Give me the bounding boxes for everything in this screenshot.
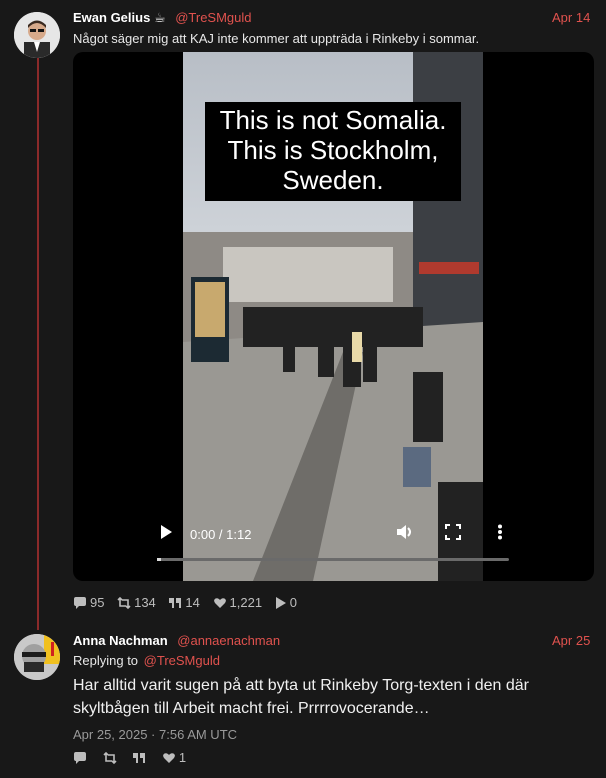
post-text: Har alltid varit sugen på att byta ut Ri… [73, 677, 529, 717]
play-icon[interactable] [159, 524, 173, 544]
heart-icon [162, 753, 175, 763]
quote-count-value: 14 [185, 595, 200, 610]
video-progress-fill [157, 558, 161, 561]
view-count[interactable]: 0 [275, 595, 297, 610]
post-text: Något säger mig att KAJ inte kommer att … [73, 31, 480, 46]
view-count-value: 0 [289, 595, 297, 610]
quote-icon [133, 753, 146, 763]
reply-count-value: 95 [90, 595, 105, 610]
post-date[interactable]: Apr 14 [552, 10, 590, 25]
retweet-icon [103, 751, 117, 765]
post-date[interactable]: Apr 25 [552, 633, 590, 648]
like-count[interactable]: 1,221 [213, 595, 266, 610]
like-count-value: 1 [178, 750, 187, 765]
video-frame[interactable]: This is not Somalia. This is Stockholm, … [183, 52, 483, 581]
heart-icon [213, 598, 226, 608]
thread-line [37, 58, 39, 630]
quote-count[interactable]: 14 [168, 595, 203, 610]
retweet-count-value: 134 [134, 595, 156, 610]
post-stats: 1 [73, 750, 195, 765]
author-name[interactable]: Ewan Gelius [73, 10, 150, 25]
replying-to: Replying to @TreSMguld [73, 653, 220, 668]
author-handle[interactable]: @annaenachman [177, 633, 280, 648]
like-count-value: 1,221 [229, 595, 263, 610]
quote-icon [169, 598, 182, 608]
video-caption: This is not Somalia. This is Stockholm, … [205, 102, 461, 201]
caption-line-1: This is not Somalia. [219, 105, 447, 135]
video-progress-bar[interactable] [157, 558, 509, 561]
replying-to-label: Replying to [73, 653, 139, 668]
post-timestamp[interactable]: Apr 25, 2025 · 7:56 AM UTC [73, 727, 237, 742]
quote-button[interactable] [132, 750, 153, 765]
volume-icon[interactable] [396, 524, 414, 544]
comment-icon [74, 597, 86, 609]
retweet-count[interactable]: 134 [117, 595, 159, 610]
more-vertical-icon[interactable] [497, 524, 503, 544]
video-controls: 0:00 / 1:12 [73, 512, 594, 581]
coffee-emoji: ☕ [153, 10, 166, 25]
author-handle[interactable]: @TreSMguld [175, 10, 251, 25]
post-stats: 95 134 14 1,221 0 [73, 595, 306, 610]
fullscreen-icon[interactable] [445, 524, 461, 544]
avatar[interactable] [14, 634, 60, 680]
author-name[interactable]: Anna Nachman [73, 633, 168, 648]
retweet-button[interactable] [103, 750, 124, 765]
like-count[interactable]: 1 [162, 750, 186, 765]
comment-icon [74, 752, 86, 764]
caption-line-3: Sweden. [282, 165, 384, 195]
retweet-icon [117, 596, 131, 610]
play-icon [275, 597, 286, 609]
reply-count[interactable]: 95 [73, 595, 108, 610]
video-player[interactable]: This is not Somalia. This is Stockholm, … [73, 52, 594, 581]
avatar[interactable] [14, 12, 60, 58]
replying-to-handle[interactable]: @TreSMguld [144, 653, 220, 668]
reply-button[interactable] [73, 750, 94, 765]
video-time: 0:00 / 1:12 [190, 527, 252, 542]
caption-line-2: This is Stockholm, [227, 135, 439, 165]
